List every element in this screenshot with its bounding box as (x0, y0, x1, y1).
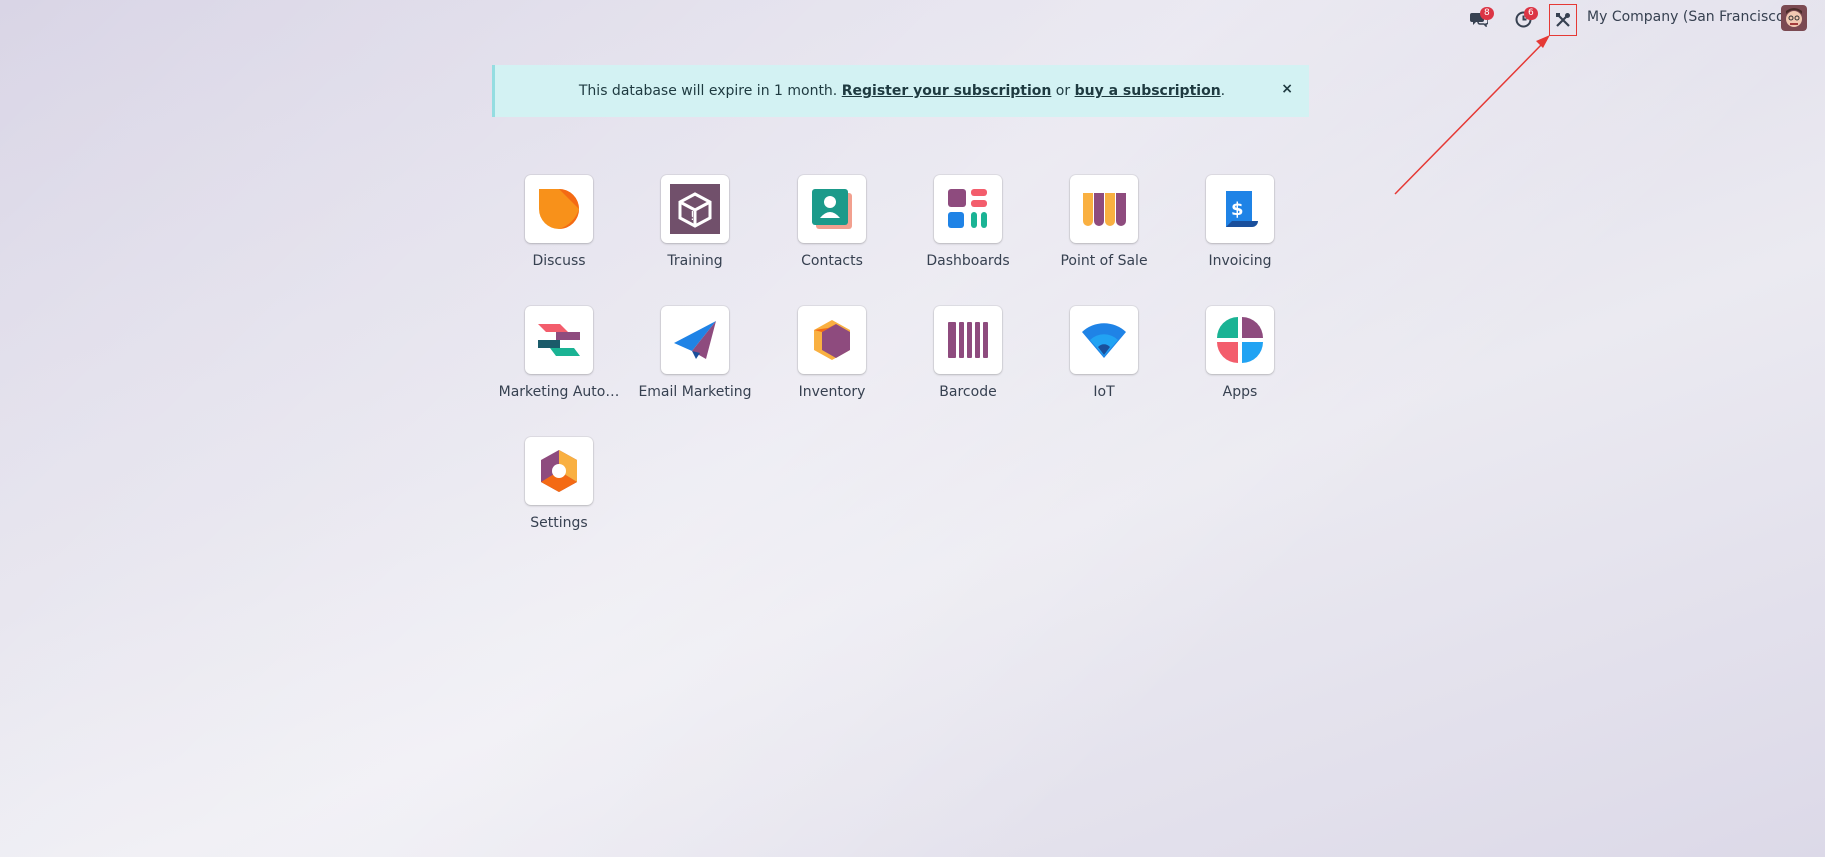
svg-text:$: $ (1231, 199, 1244, 220)
dashboards-tile[interactable] (934, 175, 1002, 243)
messages-button[interactable]: 8 (1464, 4, 1494, 34)
app-email-marketing[interactable]: Email Marketing (627, 306, 763, 426)
discuss-icon (539, 189, 579, 229)
app-label: Barcode (939, 384, 997, 400)
app-contacts[interactable]: Contacts (764, 175, 900, 295)
marketing-automation-tile[interactable] (525, 306, 593, 374)
app-label: Invoicing (1208, 253, 1272, 269)
invoicing-tile[interactable]: $ (1206, 175, 1274, 243)
invoicing-icon: $ (1226, 191, 1258, 227)
discuss-tile[interactable] (525, 175, 593, 243)
dashboards-icon (948, 189, 987, 228)
avatar-icon (1781, 5, 1807, 31)
app-marketing-automation[interactable]: Marketing Auto… (491, 306, 627, 426)
banner-message: This database will expire in 1 month. (578, 83, 842, 99)
banner-period: . (1220, 83, 1226, 99)
close-banner-button[interactable]: × (1281, 81, 1293, 97)
app-iot[interactable]: IoT (1036, 306, 1172, 426)
iot-icon (1082, 323, 1126, 358)
contacts-tile[interactable] (798, 175, 866, 243)
app-label: Point of Sale (1060, 253, 1148, 269)
svg-text:!: ! (690, 209, 695, 223)
app-barcode[interactable]: Barcode (900, 306, 1036, 426)
iot-tile[interactable] (1070, 306, 1138, 374)
banner-connector: or (1051, 83, 1075, 99)
settings-tile[interactable] (525, 437, 593, 505)
app-label: Dashboards (926, 253, 1010, 269)
email-marketing-icon (674, 321, 716, 359)
buy-subscription-link[interactable]: buy a subscription (1075, 83, 1221, 99)
subscription-expiry-banner: This database will expire in 1 month. Re… (492, 65, 1309, 117)
app-training[interactable]: ! Training (627, 175, 763, 295)
app-label: Training (667, 253, 723, 269)
settings-icon (541, 450, 577, 492)
training-tile[interactable]: ! (661, 175, 729, 243)
messages-count-badge: 8 (1480, 7, 1494, 20)
app-label: Discuss (532, 253, 586, 269)
app-settings[interactable]: Settings (491, 437, 627, 557)
app-invoicing[interactable]: $ Invoicing (1172, 175, 1308, 295)
app-label: Contacts (801, 253, 863, 269)
app-label: Settings (530, 515, 588, 531)
tools-icon (1556, 13, 1570, 27)
annotation-arrow (1394, 35, 1550, 195)
point-of-sale-tile[interactable] (1070, 175, 1138, 243)
app-label: Email Marketing (638, 384, 752, 400)
inventory-icon (814, 320, 850, 360)
debug-tools-button[interactable] (1549, 4, 1577, 36)
training-icon: ! (670, 184, 720, 234)
company-switcher[interactable]: My Company (San Francisco) (1587, 9, 1790, 25)
apps-tile[interactable] (1206, 306, 1274, 374)
app-label: Apps (1222, 384, 1258, 400)
barcode-icon (948, 322, 988, 358)
app-label: Inventory (798, 384, 866, 400)
inventory-tile[interactable] (798, 306, 866, 374)
marketing-automation-icon (538, 324, 580, 356)
app-dashboards[interactable]: Dashboards (900, 175, 1036, 295)
activities-button[interactable]: 6 (1508, 4, 1538, 34)
user-avatar[interactable] (1781, 5, 1807, 31)
app-apps[interactable]: Apps (1172, 306, 1308, 426)
app-inventory[interactable]: Inventory (764, 306, 900, 426)
app-discuss[interactable]: Discuss (491, 175, 627, 295)
app-point-of-sale[interactable]: Point of Sale (1036, 175, 1172, 295)
app-label: IoT (1093, 384, 1115, 400)
app-label: Marketing Auto… (498, 384, 620, 400)
barcode-tile[interactable] (934, 306, 1002, 374)
contacts-icon (812, 189, 852, 229)
activities-count-badge: 6 (1524, 7, 1538, 20)
apps-icon (1217, 317, 1263, 363)
email-marketing-tile[interactable] (661, 306, 729, 374)
register-subscription-link[interactable]: Register your subscription (842, 83, 1052, 99)
point-of-sale-icon (1083, 193, 1126, 226)
